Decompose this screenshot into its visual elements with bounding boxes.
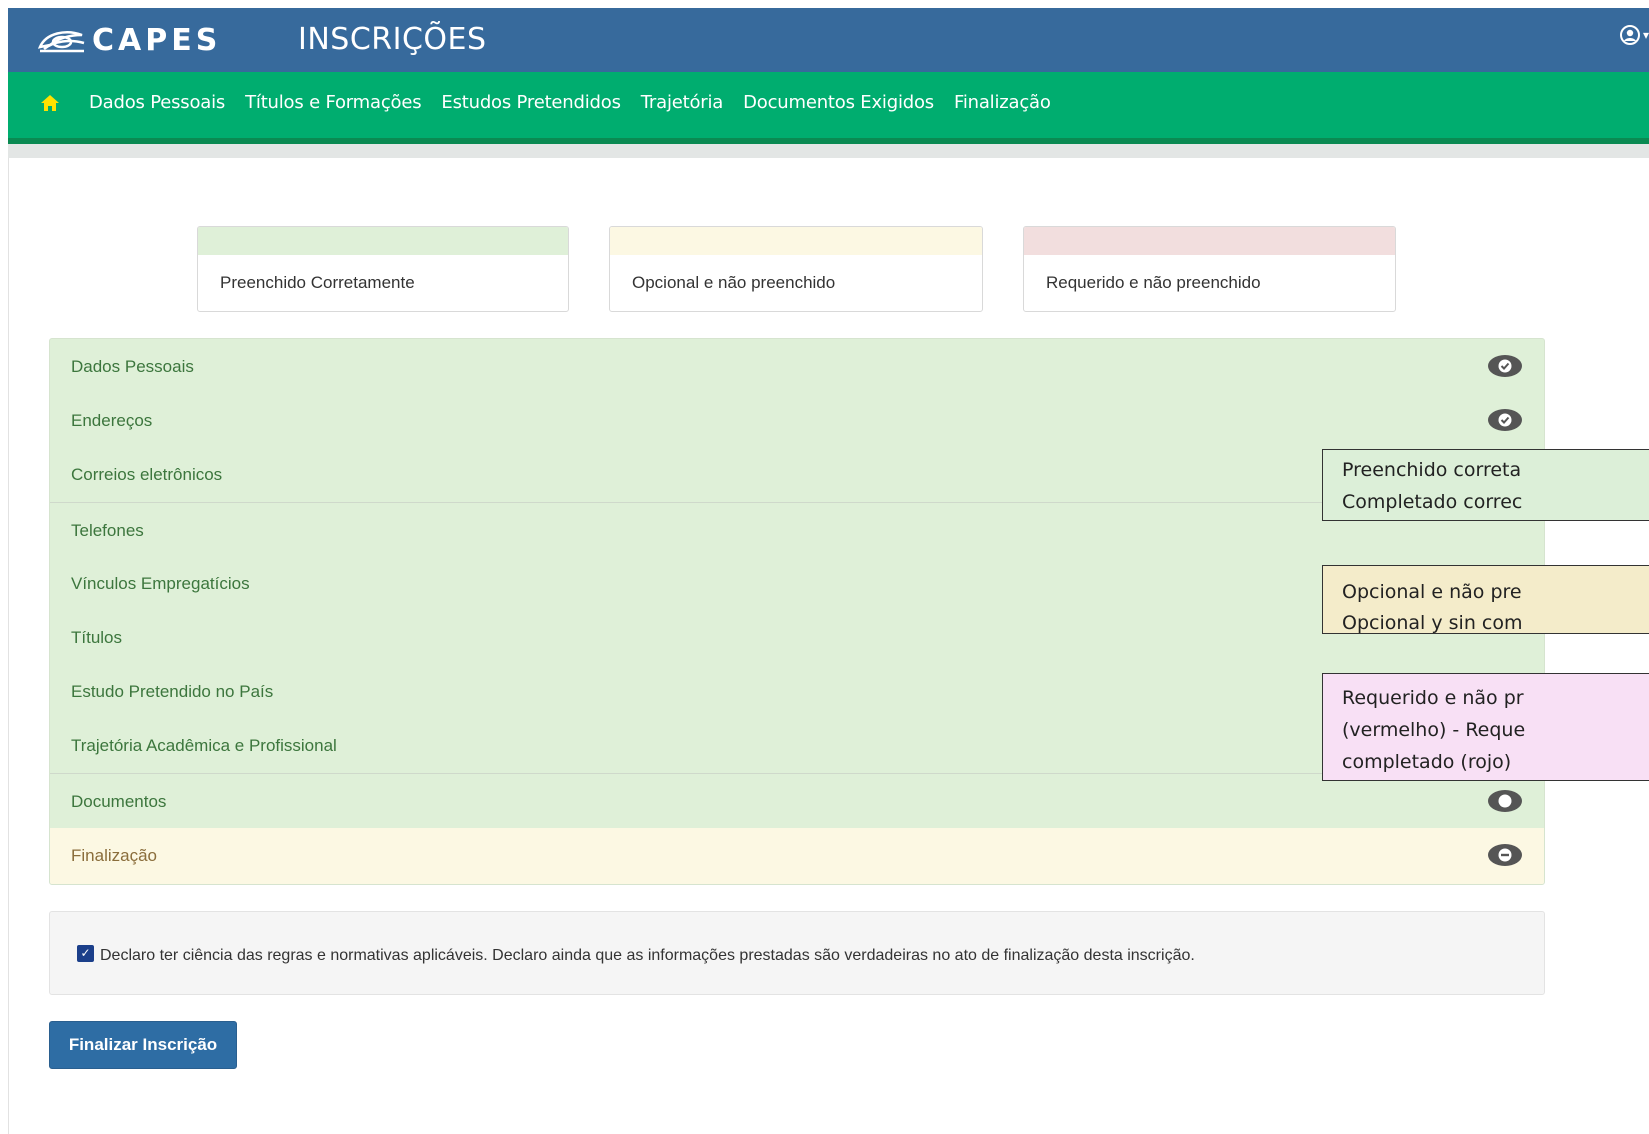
section-label: Correios eletrônicos bbox=[71, 465, 223, 484]
section-row-trajetoria[interactable]: Trajetória Acadêmica e Profissional bbox=[50, 718, 1544, 772]
section-row-dados-pessoais[interactable]: Dados Pessoais bbox=[50, 339, 1544, 393]
legend-label: Opcional e não preenchido bbox=[632, 273, 836, 292]
main-nav: Dados Pessoais Títulos e Formações Estud… bbox=[8, 72, 1649, 144]
section-label: Telefones bbox=[71, 521, 144, 540]
capes-logo[interactable]: CAPES bbox=[36, 20, 221, 60]
section-row-titulos[interactable]: Títulos bbox=[50, 610, 1544, 664]
section-row-vinculos[interactable]: Vínculos Empregatícios bbox=[50, 556, 1544, 610]
check-circle-icon bbox=[1488, 409, 1522, 431]
section-row-correios[interactable]: Correios eletrônicos bbox=[50, 447, 1544, 501]
callout-line: completado (rojo) bbox=[1342, 751, 1512, 773]
declaration-panel: ✓ Declaro ter ciência das regras e norma… bbox=[49, 911, 1545, 995]
callout-line: Requerido e não pr bbox=[1342, 687, 1524, 709]
section-label: Títulos bbox=[71, 628, 123, 647]
section-label: Finalização bbox=[71, 846, 157, 865]
user-circle-icon bbox=[1619, 25, 1640, 45]
legend-required: Requerido e não preenchido bbox=[1023, 226, 1396, 312]
check-circle-icon bbox=[1488, 790, 1522, 812]
section-label: Vínculos Empregatícios bbox=[71, 574, 250, 593]
callout-line: Completado correc bbox=[1342, 491, 1523, 513]
legend-color-yellow bbox=[610, 227, 982, 255]
sections-list: Dados Pessoais Endereços Correios eletrô… bbox=[49, 338, 1545, 885]
nav-trajetoria[interactable]: Trajetória bbox=[641, 92, 724, 113]
app-title: INSCRIÇÕES bbox=[298, 22, 487, 57]
minus-circle-icon bbox=[1488, 844, 1522, 866]
callout-line: Preenchido correta bbox=[1342, 459, 1522, 481]
section-row-finalizacao[interactable]: Finalização bbox=[50, 828, 1544, 884]
legend-label: Preenchido Corretamente bbox=[220, 273, 415, 292]
callout-required: Requerido e não pr (vermelho) - Reque co… bbox=[1322, 673, 1649, 781]
logo-text: CAPES bbox=[92, 22, 222, 58]
legend-optional: Opcional e não preenchido bbox=[609, 226, 983, 312]
section-row-documentos[interactable]: Documentos bbox=[50, 773, 1544, 828]
user-menu-button[interactable]: ▾ bbox=[1619, 24, 1649, 46]
callout-correct: Preenchido correta Completado correc bbox=[1322, 449, 1649, 521]
callout-line: Opcional e não pre bbox=[1342, 581, 1522, 603]
section-label: Dados Pessoais bbox=[71, 357, 194, 376]
nav-dados-pessoais[interactable]: Dados Pessoais bbox=[89, 92, 225, 113]
nav-finalizacao[interactable]: Finalização bbox=[954, 92, 1051, 113]
declaration-text: Declaro ter ciência das regras e normati… bbox=[100, 947, 1195, 964]
finalize-button[interactable]: Finalizar Inscrição bbox=[49, 1021, 237, 1069]
nav-home[interactable] bbox=[40, 94, 60, 117]
nav-documentos-exigidos[interactable]: Documentos Exigidos bbox=[743, 92, 934, 113]
app-header: CAPES INSCRIÇÕES ▾ bbox=[8, 8, 1649, 72]
section-row-enderecos[interactable]: Endereços bbox=[50, 393, 1544, 447]
callout-line: Opcional y sin com bbox=[1342, 612, 1523, 634]
callout-line: (vermelho) - Reque bbox=[1342, 719, 1526, 741]
section-label: Trajetória Acadêmica e Profissional bbox=[71, 736, 337, 755]
capes-logo-icon bbox=[37, 31, 85, 53]
nav-estudos-pretendidos[interactable]: Estudos Pretendidos bbox=[441, 92, 621, 113]
nav-titulos-formacoes[interactable]: Títulos e Formações bbox=[245, 92, 422, 113]
section-label: Estudo Pretendido no País bbox=[71, 682, 274, 701]
chevron-down-icon: ▾ bbox=[1642, 28, 1649, 42]
legend-color-green bbox=[198, 227, 568, 255]
section-row-estudo-pretendido[interactable]: Estudo Pretendido no País bbox=[50, 664, 1544, 718]
callout-optional: Opcional e não pre Opcional y sin com bbox=[1322, 565, 1649, 634]
section-row-telefones[interactable]: Telefones bbox=[50, 502, 1544, 557]
nav-shadow-divider bbox=[8, 144, 1649, 158]
legend-color-red bbox=[1024, 227, 1395, 255]
legend-label: Requerido e não preenchido bbox=[1046, 273, 1261, 292]
home-icon bbox=[41, 95, 59, 111]
declaration-checkbox[interactable]: ✓ bbox=[77, 945, 94, 962]
section-label: Endereços bbox=[71, 411, 153, 430]
legend-correct: Preenchido Corretamente bbox=[197, 226, 569, 312]
section-label: Documentos bbox=[71, 792, 167, 811]
check-circle-icon bbox=[1488, 355, 1522, 377]
